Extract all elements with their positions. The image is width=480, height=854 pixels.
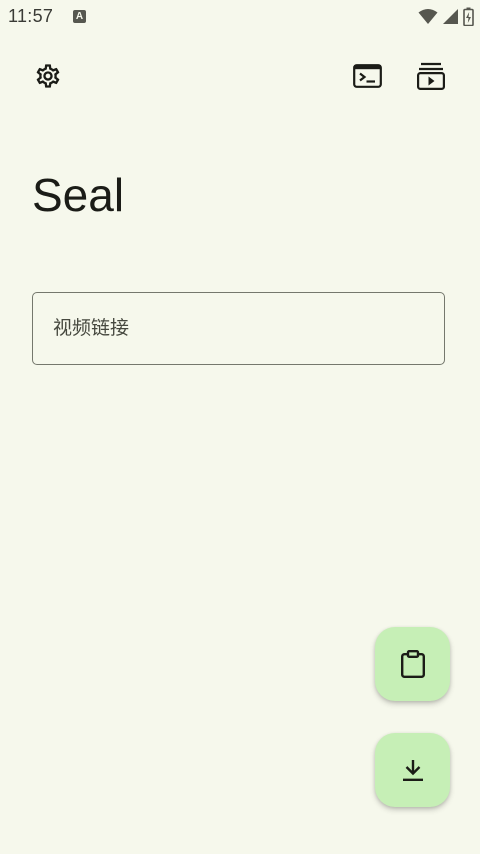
settings-gear-icon <box>36 64 60 88</box>
terminal-icon <box>352 64 382 88</box>
app-title: Seal <box>32 169 125 221</box>
status-time: 11:57 <box>8 6 54 26</box>
terminal-button[interactable] <box>347 56 387 96</box>
video-url-input[interactable] <box>53 293 423 363</box>
status-icons <box>418 6 474 26</box>
settings-button[interactable] <box>28 56 68 96</box>
clipboard-icon <box>400 650 425 678</box>
paste-url-fab[interactable] <box>375 627 450 701</box>
cellular-signal-icon <box>443 8 458 24</box>
wifi-icon <box>418 9 438 24</box>
battery-icon <box>463 7 474 26</box>
download-icon <box>402 760 423 781</box>
download-fab[interactable] <box>375 733 450 807</box>
download-queue-icon <box>416 62 445 91</box>
download-queue-button[interactable] <box>411 56 451 96</box>
notification-icon: A <box>73 10 86 23</box>
video-url-field[interactable] <box>32 292 445 365</box>
status-bar: 11:57 A <box>0 0 480 34</box>
